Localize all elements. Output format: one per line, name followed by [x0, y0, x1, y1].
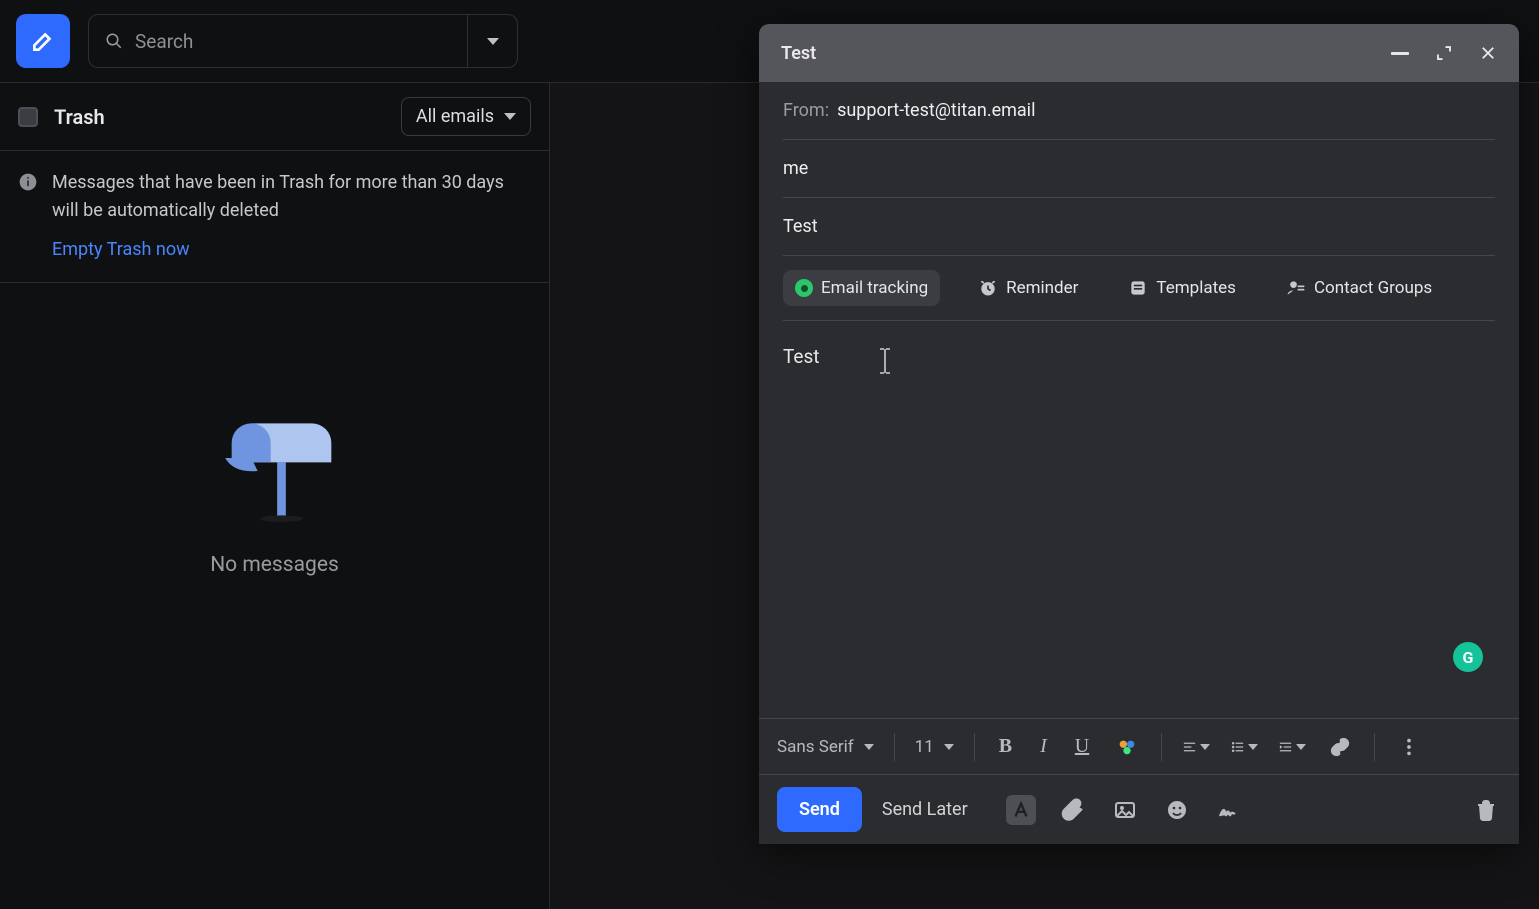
trash-icon: [1474, 798, 1498, 822]
subject-value: Test: [783, 216, 818, 237]
compose-body-text: Test: [783, 345, 820, 368]
close-button[interactable]: [1479, 44, 1497, 62]
chevron-down-icon: [504, 113, 516, 120]
search-options-dropdown[interactable]: [467, 15, 517, 67]
more-icon: [1398, 736, 1420, 758]
search-bar: Search: [88, 14, 518, 68]
minimize-button[interactable]: [1391, 52, 1409, 55]
chevron-down-icon: [1248, 744, 1258, 750]
italic-button[interactable]: I: [1036, 733, 1051, 761]
insert-image-button[interactable]: [1110, 795, 1140, 825]
bold-button[interactable]: B: [995, 733, 1016, 761]
send-button[interactable]: Send: [777, 787, 862, 832]
color-icon: [1116, 736, 1138, 758]
empty-trash-link[interactable]: Empty Trash now: [52, 239, 190, 260]
indent-icon: [1278, 736, 1293, 758]
filter-selected-label: All emails: [416, 106, 494, 127]
email-tracking-toggle[interactable]: Email tracking: [783, 270, 940, 306]
reminder-button[interactable]: Reminder: [966, 270, 1090, 306]
to-value: me: [783, 158, 808, 179]
mailbox-icon: [210, 393, 340, 523]
link-icon: [1329, 736, 1351, 758]
list-button[interactable]: [1230, 733, 1258, 761]
emoji-icon: [1165, 798, 1189, 822]
compose-button[interactable]: [16, 14, 70, 68]
align-button[interactable]: [1182, 733, 1210, 761]
list-icon: [1230, 736, 1245, 758]
message-list-pane: Trash All emails Messages that have been…: [0, 83, 550, 909]
compose-titlebar[interactable]: Test: [759, 24, 1519, 82]
send-later-button[interactable]: Send Later: [882, 799, 968, 820]
format-toolbar: Sans Serif 11 B I U: [759, 718, 1519, 774]
chevron-down-icon: [864, 744, 874, 750]
compose-title: Test: [781, 43, 816, 64]
search-placeholder: Search: [135, 30, 193, 53]
attach-button[interactable]: [1058, 795, 1088, 825]
search-input[interactable]: Search: [89, 30, 467, 53]
insert-link-button[interactable]: [1326, 733, 1354, 761]
compose-body-editor[interactable]: Test: [783, 321, 1495, 718]
grammarly-badge[interactable]: G: [1453, 642, 1483, 672]
font-size-select[interactable]: 11: [915, 737, 954, 757]
text-cursor-icon: [877, 347, 893, 380]
image-icon: [1113, 798, 1137, 822]
expand-icon: [1435, 44, 1453, 62]
signature-icon: [1217, 798, 1241, 822]
subject-row[interactable]: Test: [783, 198, 1495, 256]
expand-button[interactable]: [1435, 44, 1453, 62]
close-icon: [1479, 44, 1497, 62]
minimize-icon: [1391, 52, 1409, 55]
more-format-button[interactable]: [1395, 733, 1423, 761]
to-row[interactable]: me: [783, 140, 1495, 198]
compose-window: Test From: support-test@titan.email me T…: [759, 24, 1519, 844]
send-bar: Send Send Later: [759, 774, 1519, 844]
font-family-select[interactable]: Sans Serif: [777, 737, 874, 757]
insert-emoji-button[interactable]: [1162, 795, 1192, 825]
trash-info-banner: Messages that have been in Trash for mor…: [0, 151, 549, 283]
chevron-down-icon: [1200, 744, 1210, 750]
chevron-down-icon: [1296, 744, 1306, 750]
folder-title: Trash: [54, 105, 105, 129]
align-icon: [1182, 736, 1197, 758]
info-icon: [18, 172, 38, 192]
from-value: support-test@titan.email: [837, 100, 1035, 121]
paperclip-icon: [1061, 798, 1085, 822]
text-color-button[interactable]: [1113, 733, 1141, 761]
filter-dropdown[interactable]: All emails: [401, 97, 531, 136]
contact-groups-icon: [1286, 278, 1306, 298]
templates-icon: [1128, 278, 1148, 298]
select-all-checkbox[interactable]: [18, 107, 38, 127]
info-message: Messages that have been in Trash for mor…: [52, 169, 527, 225]
contact-groups-button[interactable]: Contact Groups: [1274, 270, 1444, 306]
text-a-icon: [1010, 798, 1032, 822]
templates-button[interactable]: Templates: [1116, 270, 1248, 306]
empty-state: No messages: [0, 283, 549, 909]
from-row[interactable]: From: support-test@titan.email: [783, 82, 1495, 140]
chevron-down-icon: [487, 38, 499, 45]
insert-signature-button[interactable]: [1214, 795, 1244, 825]
empty-state-label: No messages: [210, 553, 339, 577]
chevron-down-icon: [944, 744, 954, 750]
tracking-on-icon: [795, 279, 813, 297]
alarm-icon: [978, 278, 998, 298]
text-format-toggle[interactable]: [1006, 795, 1036, 825]
discard-draft-button[interactable]: [1471, 795, 1501, 825]
underline-button[interactable]: U: [1071, 733, 1093, 761]
from-label: From:: [783, 100, 829, 121]
indent-button[interactable]: [1278, 733, 1306, 761]
